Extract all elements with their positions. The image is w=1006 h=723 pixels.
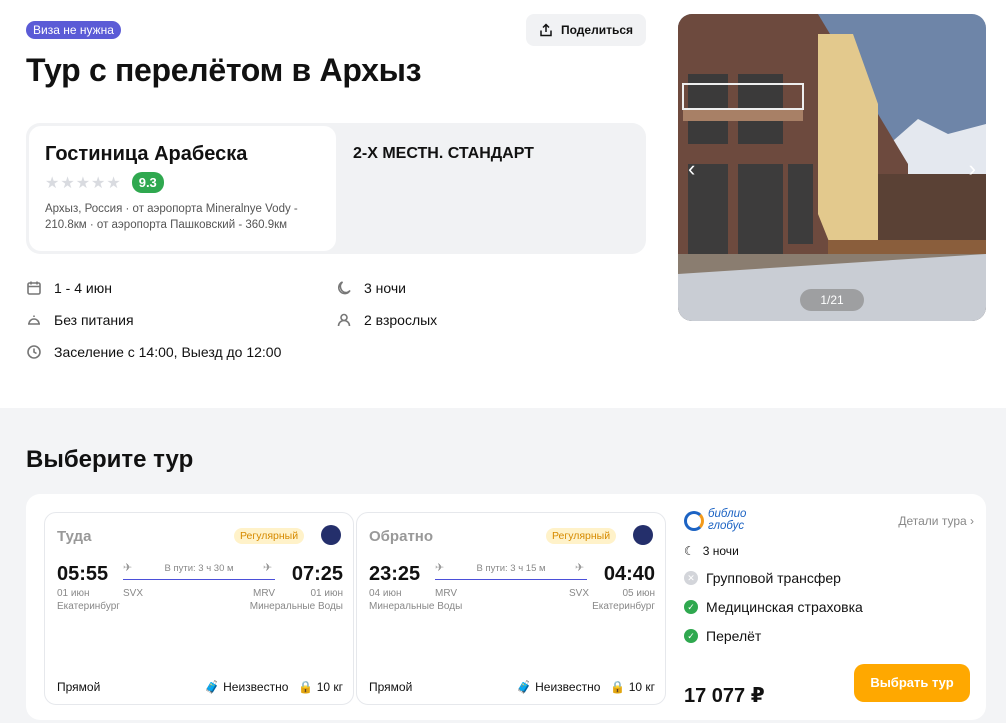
arrival-city: Екатеринбург [592,601,655,612]
next-photo-arrow[interactable]: › [969,156,976,182]
flight-item: ✓ Перелёт [684,628,761,644]
route-line [123,579,275,580]
departure-code: MRV [435,588,458,599]
moon-icon [337,281,351,295]
landing-icon: ✈ [263,562,273,574]
guests-info: 2 взрослых [336,312,437,328]
insurance-text: Медицинская страховка [706,599,863,615]
tour-nights-text: 3 ночи [702,544,739,558]
check-icon: ✓ [684,629,698,643]
tour-details-link[interactable]: Детали тура › [898,514,974,528]
operator-name-line: глобус [708,520,745,532]
departure-date: 04 июн [369,588,402,599]
check-icon: ✓ [684,600,698,614]
meal-info: Без питания [26,312,134,328]
airline-logo-icon [633,525,653,545]
tour-offer-card: Туда Регулярный 05:55 ✈ В пути: 3 ч 30 м… [26,494,986,720]
user-icon [337,313,351,327]
departure-time: 05:55 [57,563,109,585]
flight-included-text: Перелёт [706,628,762,644]
flight-type: Прямой [57,680,101,694]
clock-icon [27,345,41,359]
location-line: 210.8км · от аэропорта Пашковский - 360.… [45,219,288,231]
hotel-photo [678,14,986,321]
share-button[interactable]: Поделиться [526,14,646,46]
landing-icon: ✈ [575,562,585,574]
hotel-overview: Виза не нужна Поделиться Тур с перелётом… [0,0,1006,408]
unavailable-icon: ✕ [684,571,698,585]
share-icon [540,23,552,37]
return-flight[interactable]: Обратно Регулярный 23:25 ✈ В пути: 3 ч 1… [356,512,666,705]
arrival-time: 07:25 [291,563,343,585]
baggage-info: 🧳 Неизвестно [204,680,289,694]
nights-text: 3 ночи [364,280,406,296]
dates-text: 1 - 4 июн [54,280,112,296]
flight-direction: Туда [57,528,92,545]
flight-duration: В пути: 3 ч 15 м [476,563,546,574]
regular-badge: Регулярный [234,528,305,544]
photo-counter: 1/21 [800,289,864,311]
location-line: Архыз, Россия · от аэропорта Mineralnye … [45,203,298,215]
departure-date: 01 июн [57,588,90,599]
guests-text: 2 взрослых [364,312,438,328]
hand-luggage-info: 🔒 10 кг [298,680,343,694]
flight-direction: Обратно [369,528,434,545]
hotel-info: Гостиница Арабеска ★★★★★ 9.3 Архыз, Росс… [29,126,336,251]
checkin-text: Заселение с 14:00, Выезд до 12:00 [54,344,282,360]
meal-text: Без питания [54,312,134,328]
prev-photo-arrow[interactable]: ‹ [688,156,695,182]
insurance-item: ✓ Медицинская страховка [684,599,863,615]
hotel-card: Гостиница Арабеска ★★★★★ 9.3 Архыз, Росс… [26,123,646,254]
arrival-date: 01 июн [310,588,343,599]
baggage-info: 🧳 Неизвестно [516,680,601,694]
calendar-icon [27,281,41,295]
departure-city: Екатеринбург [57,601,120,612]
hotel-location: Архыз, Россия · от аэропорта Mineralnye … [45,201,320,233]
share-label: Поделиться [560,23,634,37]
moon-icon: ☾ [684,544,695,558]
tour-summary: библио глобус Детали тура › ☾ 3 ночи ✕ Г… [684,508,974,708]
departure-city: Минеральные Воды [369,601,463,612]
regular-badge: Регулярный [546,528,617,544]
route-line [435,579,587,580]
tour-price: 17 077 ₽ [684,685,765,707]
flight-duration: В пути: 3 ч 30 м [164,563,234,574]
departure-time: 23:25 [369,563,421,585]
flight-type: Прямой [369,680,413,694]
arrival-city: Минеральные Воды [249,601,343,612]
select-tour-button[interactable]: Выбрать тур [854,664,970,702]
hand-luggage-info: 🔒 10 кг [610,680,655,694]
transfer-text: Групповой трансфер [706,570,841,586]
tour-nights: ☾ 3 ночи [684,544,739,558]
operator-name-line: библио [708,508,747,520]
arrival-code: MRV [253,588,276,599]
page-title: Тур с перелётом в Архыз [26,52,422,88]
rating-score: 9.3 [131,172,164,193]
room-type: 2-Х МЕСТН. СТАНДАРТ [353,145,534,162]
operator-logo: библио глобус [684,508,764,534]
dates-info: 1 - 4 июн [26,280,112,296]
section-title: Выберите тур [26,446,194,473]
star-rating: ★★★★★ [45,174,122,192]
transfer-item: ✕ Групповой трансфер [684,570,841,586]
hotel-photo-gallery[interactable]: ‹ › 1/21 [678,14,986,321]
arrival-date: 05 июн [622,588,655,599]
hotel-name[interactable]: Гостиница Арабеска [45,143,320,166]
airline-logo-icon [321,525,341,545]
cloche-icon [28,315,40,325]
visa-badge: Виза не нужна [26,21,121,39]
arrival-code: SVX [569,588,590,599]
departure-code: SVX [123,588,144,599]
nights-info: 3 ночи [336,280,406,296]
checkin-info: Заселение с 14:00, Выезд до 12:00 [26,344,281,360]
operator-logo-icon [684,511,704,531]
outbound-flight[interactable]: Туда Регулярный 05:55 ✈ В пути: 3 ч 30 м… [44,512,354,705]
arrival-time: 04:40 [603,563,655,585]
